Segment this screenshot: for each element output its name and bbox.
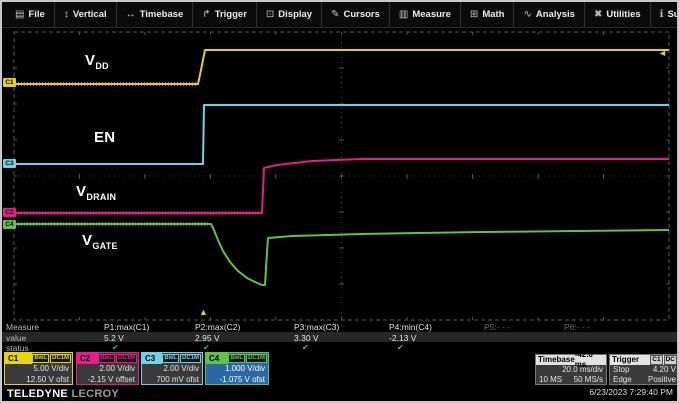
channel-box-c3[interactable]: C3BwLDC1M2.00 V/div700 mV ofst (141, 352, 203, 385)
channel-box-c3-offset: 700 mV ofst (142, 375, 202, 386)
channel-box-c2-scale: 2.00 V/div (77, 364, 138, 375)
trace-label-c2: VDRAIN (76, 183, 116, 202)
measure-row-title: Measure (6, 322, 39, 332)
measure-col-p4-param[interactable]: P4:min(C4) (389, 322, 432, 332)
trace-label-c4: VGATE (82, 232, 118, 251)
footer-bar: TELEDYNE LECROY 6/23/2023 7:29:40 PM (2, 386, 677, 403)
channel-box-c1-id: C1 (5, 353, 32, 364)
channel-box-c4-scale: 1.000 V/div (206, 364, 268, 375)
channel-box-c1-badge-bwl: BwL (32, 354, 49, 363)
measure-col-p2-param[interactable]: P2:max(C2) (195, 322, 240, 332)
trace-label-c3: EN (94, 129, 115, 148)
timebase-box[interactable]: Timebase -42.0 ms 20.0 ms/div 10 MS 50 M… (535, 354, 607, 385)
channel-box-c3-badge-bwl: BwL (162, 354, 179, 363)
measure-col-p3-status-check: ✔ (302, 343, 309, 352)
measure-col-p1-status-check: ✔ (112, 343, 119, 352)
measure-col-p1-value: 5.2 V (104, 333, 124, 343)
channel-box-c2[interactable]: C2BwLDC1M2.00 V/div-2.15 V offset (76, 352, 139, 385)
channel-box-c3-scale: 2.00 V/div (142, 364, 202, 375)
trigger-slope: Positive (648, 375, 676, 385)
trigger-source-badge: C1 (650, 355, 662, 365)
measure-col-p3-param[interactable]: P3:max(C3) (294, 322, 339, 332)
trigger-level: 4.20 V (653, 365, 676, 375)
oscilloscope-screen: ▤ File ↕ Vertical ↔ Timebase ↱ Trigger ⊡… (0, 0, 679, 403)
channel-box-c3-id: C3 (142, 353, 162, 364)
channel-box-c4[interactable]: C4BwLDC1M1.000 V/div-1.075 V ofst (205, 352, 269, 385)
trigger-time-marker[interactable]: ▲ (199, 308, 208, 317)
measure-col-p2-status-check: ✔ (203, 343, 210, 352)
measure-col-p1-param[interactable]: P1:max(C1) (104, 322, 149, 332)
channel-box-c1-scale: 5.00 V/div (5, 364, 72, 375)
channel-box-c4-offset: -1.075 V ofst (206, 375, 268, 386)
timebase-rate: 50 MS/s (574, 375, 603, 385)
channel-box-c2-badge-dc1m: DC1M (116, 354, 137, 363)
channel-box-c1-offset: 12.50 V ofst (5, 375, 72, 386)
channel-box-c1[interactable]: C1BwLDC1M5.00 V/div12.50 V ofst (4, 352, 73, 385)
channel-offset-marker-c3[interactable]: C3 (3, 159, 16, 168)
datetime-display: 6/23/2023 7:29:40 PM (589, 387, 673, 397)
measure-col-p5-param[interactable]: P5:- - - (484, 322, 510, 332)
channel-offset-marker-c4[interactable]: C4 (3, 220, 16, 229)
brand-lecroy: LECROY (71, 388, 119, 400)
timebase-per-div: 20.0 ms/div (562, 365, 603, 375)
trigger-title: Trigger (612, 355, 639, 365)
channel-box-c1-badge-dc1m: DC1M (50, 354, 71, 363)
measure-col-p3-value: 3.30 V (294, 333, 319, 343)
trigger-coupling-badge: DC (664, 355, 677, 365)
channel-offset-marker-c1[interactable]: C1 (3, 78, 16, 87)
channel-box-c4-id: C4 (206, 353, 228, 364)
channel-box-c2-id: C2 (77, 353, 98, 364)
channel-offset-marker-c2[interactable]: C2 (3, 208, 16, 217)
trace-label-c1: VDD (85, 52, 109, 71)
brand-logo: TELEDYNE LECROY (7, 388, 119, 400)
measure-col-p6-param[interactable]: P6:- - - (564, 322, 590, 332)
trigger-level-marker[interactable]: ◄ (658, 49, 667, 58)
measure-table: Measure value status P1:max(C1)5.2 V✔P2:… (2, 321, 677, 352)
measure-col-p2-value: 2.95 V (195, 333, 220, 343)
channel-box-c4-badge-dc1m: DC1M (246, 354, 267, 363)
trigger-mode: Stop (613, 365, 629, 375)
trigger-box[interactable]: Trigger C1 DC Stop 4.20 V Edge Positive (609, 354, 679, 385)
measure-col-p4-status-check: ✔ (397, 343, 404, 352)
channel-box-c4-badge-bwl: BwL (228, 354, 245, 363)
channel-box-c3-badge-dc1m: DC1M (180, 354, 201, 363)
timebase-title: Timebase (538, 355, 575, 365)
channel-box-c2-offset: -2.15 V offset (77, 375, 138, 386)
channel-box-c2-badge-bwl: BwL (98, 354, 115, 363)
brand-teledyne: TELEDYNE (7, 388, 68, 400)
trigger-type: Edge (613, 375, 632, 385)
measure-col-p4-value: -2.13 V (389, 333, 416, 343)
timebase-samples: 10 MS (539, 375, 562, 385)
value-row-title: value (6, 333, 26, 343)
